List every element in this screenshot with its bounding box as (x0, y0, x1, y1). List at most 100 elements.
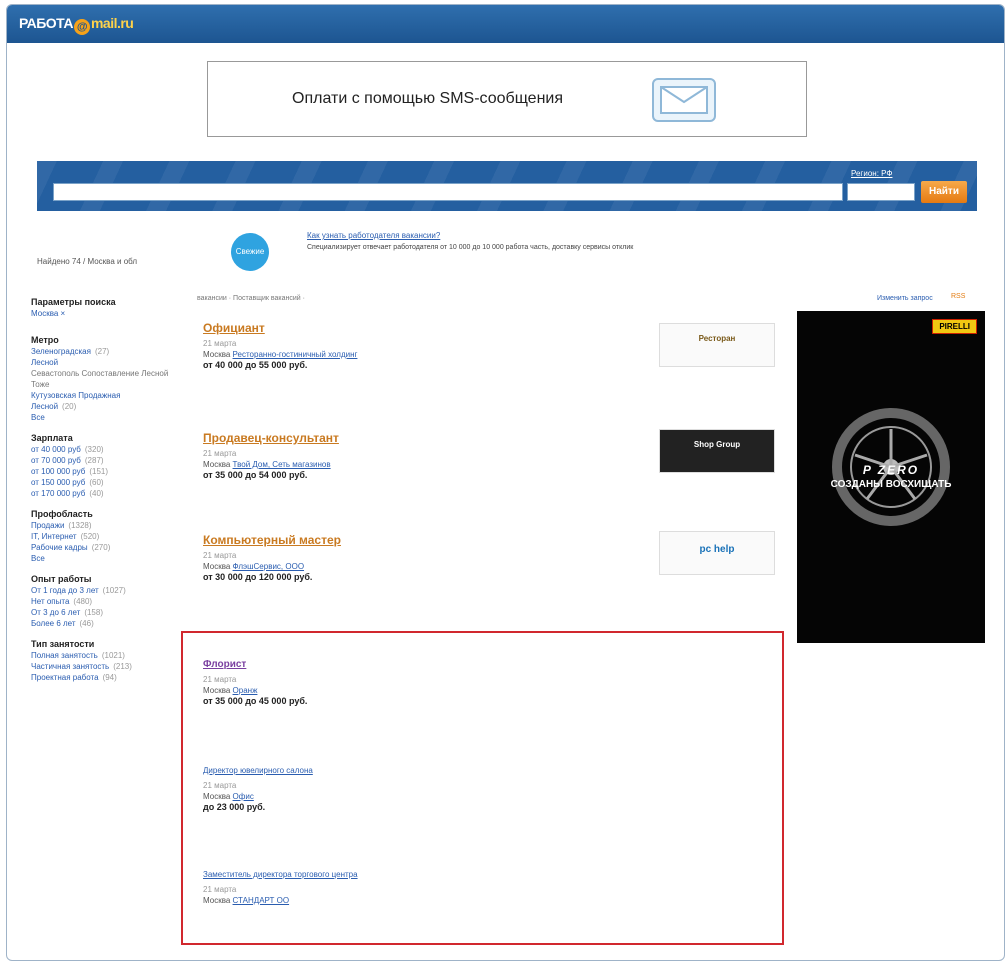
company-logo[interactable]: Ресторан (659, 323, 775, 367)
filter-item-label: Проектная работа (31, 673, 99, 682)
highlight-box (181, 631, 784, 945)
vacancy-salary: от 30 000 до 120 000 руб. (203, 572, 313, 582)
filter-item[interactable]: от 150 000 руб (60) (31, 477, 171, 488)
filter-item[interactable]: Нет опыта (480) (31, 596, 171, 607)
site-logo[interactable]: РАБОТА @ mail.ru (19, 15, 134, 35)
filter-item[interactable]: от 100 000 руб (151) (31, 466, 171, 477)
filter-item[interactable]: Частичная занятость (213) (31, 661, 171, 672)
filter-item-count: (60) (89, 478, 104, 487)
filter-sidebar: Параметры поиска Москва × Метро Зеленогр… (31, 297, 171, 683)
filter-item-label: От 3 до 6 лет (31, 608, 81, 617)
filter-item-label: от 70 000 руб (31, 456, 81, 465)
vacancy-city: Москва (203, 460, 231, 469)
filter-item[interactable]: Более 6 лет (46) (31, 618, 171, 629)
vacancy-date: 21 марта (203, 551, 237, 560)
filter-item-count: (320) (84, 445, 104, 454)
company-logo[interactable]: Shop Group (659, 429, 775, 473)
advertisement[interactable]: PIRELLI P ZERO СОЗДАНЫ ВОСХИЩАТЬ (797, 311, 985, 643)
filter-item-count: (151) (89, 467, 109, 476)
filter-item-count: (520) (80, 532, 100, 541)
region-input[interactable] (847, 183, 915, 201)
filter-item-label: Продажи (31, 521, 65, 530)
vacancy-salary: от 35 000 до 54 000 руб. (203, 470, 308, 480)
salary-title: Зарплата (31, 433, 73, 443)
company-logo-text: Shop Group (693, 440, 741, 449)
vacancy-company-link[interactable]: Ресторанно-гостиничный холдинг (233, 350, 358, 359)
filter-item-label: от 170 000 руб (31, 489, 86, 498)
filter-item-label: Частичная занятость (31, 662, 110, 671)
promo-link[interactable]: Как узнать работодателя вакансии? (307, 231, 440, 240)
filter-item-label: IT, Интернет (31, 532, 77, 541)
filter-item[interactable]: от 40 000 руб (320) (31, 444, 171, 455)
promo-badge[interactable]: Свежие (231, 233, 269, 271)
filter-city[interactable]: Москва × (31, 308, 171, 319)
vacancy-city: Москва (203, 350, 231, 359)
filter-item[interactable]: Полная занятость (1021) (31, 650, 171, 661)
filter-more[interactable]: Все (31, 412, 171, 423)
vacancy-title-link[interactable]: Продавец-консультант (203, 432, 643, 444)
ad-brand-tag: PIRELLI (932, 319, 977, 334)
filter-note: Севастополь Сопоставление Лесной Тоже (31, 369, 169, 389)
filter-item-count: (27) (94, 347, 110, 356)
vacancy-city: Москва (203, 562, 231, 571)
company-logo-text: Ресторан (698, 334, 736, 343)
filter-item[interactable]: Лесной (31, 357, 171, 368)
filter-item-count: (1027) (102, 586, 126, 595)
filter-item[interactable]: От 1 года до 3 лет (1027) (31, 585, 171, 596)
filter-item-count: (287) (84, 456, 104, 465)
search-button[interactable]: Найти (921, 181, 967, 203)
filter-item-count: (20) (62, 402, 77, 411)
promo-description: Специализирует отвечает работодателя от … (307, 244, 634, 251)
vacancy-item: Официант 21 марта Москва Ресторанно-гост… (203, 322, 643, 371)
filter-item-label: Зеленоградская (31, 347, 91, 356)
vacancy-title-link[interactable]: Официант (203, 322, 643, 334)
breadcrumb[interactable]: вакансии · Поставщик вакансий · (197, 295, 305, 302)
rss-link[interactable]: RSS (951, 293, 965, 300)
filter-item-label: от 150 000 руб (31, 478, 86, 487)
filter-item-count: (40) (89, 489, 104, 498)
filter-item[interactable]: Продажи (1328) (31, 520, 171, 531)
filter-item-count: (158) (84, 608, 103, 617)
filter-item[interactable]: Кутузовская Продажная (31, 390, 171, 401)
filter-item[interactable]: Проектная работа (94) (31, 672, 171, 683)
logo-domain-text: .ru (116, 15, 134, 31)
filter-item[interactable]: IT, Интернет (520) (31, 531, 171, 542)
filter-item-label: Полная занятость (31, 651, 98, 660)
vacancy-date: 21 марта (203, 449, 237, 458)
filter-item-label: Кутузовская Продажная (31, 391, 121, 400)
metro-title: Метро (31, 335, 59, 345)
vacancy-salary: от 40 000 до 55 000 руб. (203, 360, 308, 370)
ad-product-name: P ZERO (862, 463, 920, 477)
filter-item-label: Все (31, 554, 45, 563)
params-title: Параметры поиска (31, 297, 116, 307)
vacancy-location: Москва Твой Дом, Сеть магазинов (203, 459, 643, 470)
filter-item[interactable]: Зеленоградская (27) (31, 346, 171, 357)
vacancy-title-link[interactable]: Компьютерный мастер (203, 534, 643, 546)
sms-banner[interactable]: Оплати с помощью SMS-сообщения (207, 61, 807, 137)
filter-item-count: (1328) (68, 521, 92, 530)
results-count: Найдено 74 / Москва и обл (37, 257, 138, 266)
vacancy-company-link[interactable]: Твой Дом, Сеть магазинов (233, 460, 331, 469)
envelope-icon (652, 78, 716, 122)
filter-item[interactable]: от 170 000 руб (40) (31, 488, 171, 499)
filter-item-count: (480) (73, 597, 93, 606)
filter-item-count: (270) (91, 543, 111, 552)
filter-item-count: (1021) (101, 651, 125, 660)
search-input[interactable] (53, 183, 843, 201)
area-title: Профобласть (31, 509, 93, 519)
filter-item[interactable]: От 3 до 6 лет (158) (31, 607, 171, 618)
filter-item-label: Нет опыта (31, 597, 70, 606)
filter-item-count: (46) (79, 619, 94, 628)
vacancy-date: 21 марта (203, 339, 237, 348)
filter-item[interactable]: Рабочие кадры (270) (31, 542, 171, 553)
region-label[interactable]: Регион: РФ (851, 169, 892, 178)
employment-title: Тип занятости (31, 639, 95, 649)
company-logo[interactable]: pc help (659, 531, 775, 575)
filter-item[interactable]: Лесной (20) (31, 401, 171, 412)
vacancy-company-link[interactable]: ФлэшСервис, ООО (233, 562, 305, 571)
filter-item[interactable]: от 70 000 руб (287) (31, 455, 171, 466)
logo-mail-text: mail (90, 15, 118, 31)
filter-item-label: От 1 года до 3 лет (31, 586, 99, 595)
filter-item[interactable]: Все (31, 553, 171, 564)
change-query-link[interactable]: Изменить запрос (877, 295, 933, 302)
